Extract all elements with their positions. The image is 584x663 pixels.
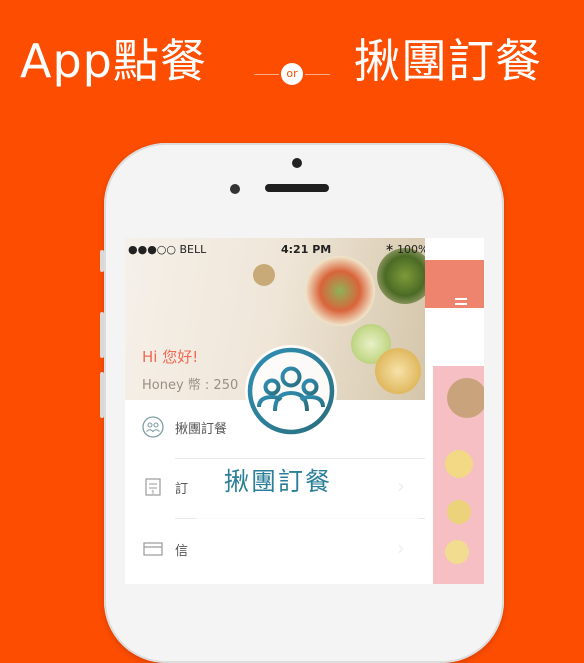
earpiece-speaker: [265, 184, 329, 192]
menu-divider: [175, 458, 425, 459]
carrier-label: ●●●○○ BELL: [128, 243, 207, 256]
honey-coin-balance: Honey 幣 : 250: [142, 378, 239, 393]
banner-title-group-ordering: 揪團訂餐: [354, 34, 542, 88]
phone-volume-down: [100, 372, 104, 418]
proximity-sensor-icon: [230, 184, 240, 194]
salad-bowl: [305, 256, 375, 326]
garnish-plate: [375, 348, 421, 394]
bluetooth-icon: ∗: [385, 241, 395, 254]
battery-percent: 100%: [397, 243, 429, 256]
menu-item-label: 信: [175, 544, 189, 559]
menu-item-label: 揪團訂餐: [175, 422, 228, 437]
or-divider-left: [254, 74, 279, 75]
hamburger-menu-icon[interactable]: [455, 298, 467, 313]
or-badge: or: [281, 63, 303, 85]
svg-text:$: $: [151, 490, 154, 496]
menu-item-label: 訂: [175, 482, 189, 497]
card-icon: [143, 542, 163, 556]
phone-mute-switch: [100, 250, 104, 272]
group-icon: [142, 416, 164, 438]
phone-volume-up: [100, 312, 104, 358]
fruit-photo: [445, 540, 469, 564]
banner-title-app-ordering: App點餐: [20, 34, 207, 88]
app-header-peek: [425, 260, 484, 310]
front-camera-icon: [292, 158, 302, 168]
fruit-photo: [447, 500, 471, 524]
fruit-photo: [445, 450, 473, 478]
logo-title: 揪團訂餐: [224, 467, 333, 496]
main-content-peek: [425, 238, 484, 584]
or-divider-right: [305, 74, 330, 75]
bread-plate: [253, 264, 275, 286]
fruit-photo: [447, 378, 484, 418]
receipt-icon: $: [145, 478, 161, 496]
clock-label: 4:21 PM: [281, 243, 332, 256]
greeting-text: Hi 您好!: [142, 348, 199, 366]
group-people-icon: [247, 347, 335, 435]
